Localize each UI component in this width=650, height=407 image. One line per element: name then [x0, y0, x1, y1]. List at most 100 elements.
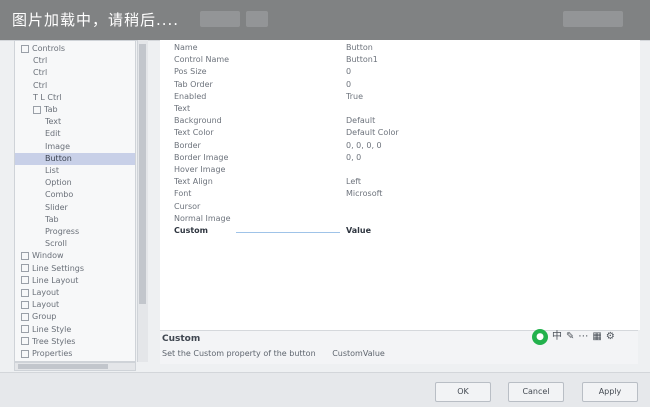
tree-item[interactable]: Group: [21, 311, 56, 323]
tree-item-label: Combo: [45, 190, 74, 200]
wechat-icon[interactable]: ●: [532, 329, 548, 345]
expander-icon[interactable]: [21, 300, 29, 309]
lang-icon[interactable]: 中: [552, 330, 562, 344]
apply-button[interactable]: Apply: [582, 382, 638, 402]
tree-item[interactable]: Line Layout: [21, 275, 78, 287]
tree-item[interactable]: Line Settings: [21, 263, 84, 275]
property-row[interactable]: Border 0, 0, 0, 0: [160, 140, 640, 152]
property-value[interactable]: Button: [346, 42, 373, 54]
scroll-thumb[interactable]: [18, 364, 108, 369]
tree-item[interactable]: Window: [21, 250, 64, 262]
property-row[interactable]: Text: [160, 103, 640, 115]
tree-item-label: Line Style: [32, 324, 72, 334]
tree-item[interactable]: Text: [45, 116, 61, 128]
tree-item-label: Line Settings: [32, 263, 85, 273]
expander-icon[interactable]: [21, 325, 29, 334]
tree-item[interactable]: Tree Styles: [21, 336, 75, 348]
expander-icon[interactable]: [21, 288, 29, 297]
tree-item[interactable]: Line Style: [21, 324, 71, 336]
property-row[interactable]: Name Button: [160, 42, 640, 54]
property-row[interactable]: Hover Image: [160, 164, 640, 176]
pen-icon[interactable]: ✎: [566, 330, 574, 344]
tree-item[interactable]: Ctrl: [33, 67, 47, 79]
expander-icon[interactable]: [21, 337, 29, 346]
tree-item[interactable]: Ctrl: [33, 55, 47, 67]
tree-item[interactable]: Ctrl: [33, 80, 47, 92]
property-value[interactable]: Default: [346, 115, 375, 127]
property-row[interactable]: Enabled True: [160, 91, 640, 103]
tree-item-label: Ctrl: [33, 56, 48, 66]
ime-tray: ● 中 ✎ ⋯ ▦ ⚙: [532, 328, 615, 346]
property-row[interactable]: Control Name Button1: [160, 54, 640, 66]
toolbar-ghost-1: [200, 11, 240, 27]
tree-item[interactable]: Tab: [45, 214, 59, 226]
edit-underline: [236, 232, 340, 233]
property-row[interactable]: Text Align Left: [160, 176, 640, 188]
property-value[interactable]: 0, 0, 0, 0: [346, 140, 382, 152]
tree-item[interactable]: Button: [15, 152, 135, 165]
expander-icon[interactable]: [21, 44, 29, 53]
tree-item[interactable]: Image: [45, 141, 70, 153]
property-name: Custom: [174, 226, 208, 235]
dots-icon[interactable]: ⋯: [578, 330, 588, 344]
tree-item[interactable]: Layout: [21, 299, 59, 311]
property-name: Font: [174, 189, 192, 199]
property-value[interactable]: Left: [346, 176, 361, 188]
property-row[interactable]: Font Microsoft: [160, 188, 640, 200]
property-row[interactable]: Tab Order 0: [160, 79, 640, 91]
keyboard-icon[interactable]: ▦: [592, 330, 601, 344]
tree-item[interactable]: Edit: [45, 128, 61, 140]
tree-item[interactable]: Option: [45, 177, 72, 189]
property-value[interactable]: True: [346, 91, 363, 103]
tree-item[interactable]: Properties: [21, 348, 72, 360]
property-name: Tab Order: [174, 79, 213, 89]
expander-icon[interactable]: [33, 105, 41, 114]
property-row[interactable]: Custom Value: [160, 225, 640, 237]
property-name: Text Color: [174, 128, 214, 138]
property-name: Text Align: [174, 177, 213, 187]
tree-item-label: Tab: [45, 214, 59, 224]
tree-item[interactable]: Progress: [45, 226, 79, 238]
tree-item[interactable]: Scroll: [45, 238, 67, 250]
property-name: Border Image: [174, 152, 229, 162]
toolbar-ghost-2: [246, 11, 268, 27]
ok-button[interactable]: OK: [435, 382, 491, 402]
property-value[interactable]: Microsoft: [346, 188, 382, 200]
property-row[interactable]: Border Image 0, 0: [160, 152, 640, 164]
scroll-thumb[interactable]: [139, 44, 146, 304]
property-value[interactable]: Button1: [346, 54, 378, 66]
tree-item-label: List: [45, 166, 59, 175]
property-value[interactable]: 0: [346, 79, 351, 91]
tree-item-label: Text: [45, 117, 62, 127]
tree-item[interactable]: Tab: [33, 104, 58, 116]
property-row[interactable]: Pos Size 0: [160, 66, 640, 78]
expander-icon[interactable]: [21, 312, 29, 321]
tree-item[interactable]: Layout: [21, 287, 59, 299]
tree-item[interactable]: Combo: [45, 189, 73, 201]
expander-icon[interactable]: [21, 264, 29, 273]
cancel-button[interactable]: Cancel: [508, 382, 564, 402]
control-tree[interactable]: Controls Ctrl Ctrl Ctrl T L Ctrl Tab Text Edit I…: [14, 40, 136, 362]
property-value[interactable]: 0, 0: [346, 152, 361, 164]
tree-item[interactable]: T L Ctrl: [33, 92, 62, 104]
property-row[interactable]: Cursor: [160, 201, 640, 213]
tree-vertical-scrollbar[interactable]: [137, 40, 148, 362]
toolbar-ghost-3: [563, 11, 623, 27]
expander-icon[interactable]: [21, 251, 29, 260]
property-value[interactable]: 0: [346, 66, 351, 78]
property-grid[interactable]: Name Button Control Name Button1 Pos Size 0 Ta…: [160, 40, 640, 330]
property-row[interactable]: Normal Image: [160, 213, 640, 225]
property-row[interactable]: Text Color Default Color: [160, 127, 640, 139]
expander-icon[interactable]: [21, 349, 29, 358]
settings-icon[interactable]: ⚙: [606, 330, 615, 344]
tree-item-label: Slider: [45, 202, 68, 212]
expander-icon[interactable]: [21, 276, 29, 285]
property-value[interactable]: Default Color: [346, 127, 399, 139]
tree-item[interactable]: Slider: [45, 202, 68, 214]
tree-horizontal-scrollbar[interactable]: [14, 362, 136, 371]
tree-item-label: Controls: [32, 44, 66, 53]
property-value[interactable]: Value: [346, 225, 371, 237]
tree-item[interactable]: List: [45, 165, 59, 177]
property-row[interactable]: Background Default: [160, 115, 640, 127]
tree-item[interactable]: Controls: [21, 43, 65, 55]
